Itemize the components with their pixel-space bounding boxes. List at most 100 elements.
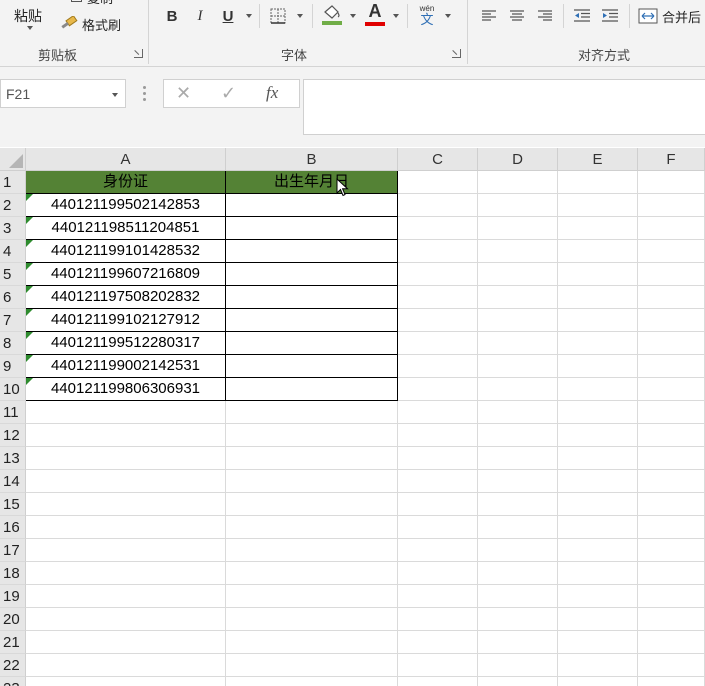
error-indicator-icon[interactable]	[26, 332, 33, 339]
row-header-7[interactable]: 7	[0, 309, 26, 332]
cell-e12[interactable]	[558, 424, 638, 447]
cell-d3[interactable]	[478, 217, 558, 240]
cell-c21[interactable]	[398, 631, 478, 654]
cell-d1[interactable]	[478, 171, 558, 194]
cell-e14[interactable]	[558, 470, 638, 493]
cell-e19[interactable]	[558, 585, 638, 608]
cell-e22[interactable]	[558, 654, 638, 677]
error-indicator-icon[interactable]	[26, 217, 33, 224]
cell-b10[interactable]	[226, 378, 398, 401]
cell-b20[interactable]	[226, 608, 398, 631]
cell-c19[interactable]	[398, 585, 478, 608]
paste-button[interactable]: 粘贴	[6, 0, 50, 36]
cell-c20[interactable]	[398, 608, 478, 631]
column-header-f[interactable]: F	[638, 148, 705, 171]
cell-f14[interactable]	[638, 470, 705, 493]
cell-c6[interactable]	[398, 286, 478, 309]
decrease-indent-button[interactable]	[571, 5, 593, 27]
cell-d20[interactable]	[478, 608, 558, 631]
row-header-18[interactable]: 18	[0, 562, 26, 585]
select-all-button[interactable]	[0, 148, 26, 171]
merge-center-button[interactable]: 合并后	[638, 5, 705, 27]
cell-f17[interactable]	[638, 539, 705, 562]
cell-d16[interactable]	[478, 516, 558, 539]
cell-d23[interactable]	[478, 677, 558, 686]
cell-d17[interactable]	[478, 539, 558, 562]
cell-e11[interactable]	[558, 401, 638, 424]
cell-b23[interactable]	[226, 677, 398, 686]
cell-c2[interactable]	[398, 194, 478, 217]
cell-f20[interactable]	[638, 608, 705, 631]
fill-color-button[interactable]	[320, 3, 344, 27]
cell-a15[interactable]	[26, 493, 226, 516]
cell-b2[interactable]	[226, 194, 398, 217]
align-left-button[interactable]	[478, 5, 500, 27]
cell-c1[interactable]	[398, 171, 478, 194]
cell-b14[interactable]	[226, 470, 398, 493]
cell-d2[interactable]	[478, 194, 558, 217]
cell-c5[interactable]	[398, 263, 478, 286]
cell-a2[interactable]: 440121199502142853	[26, 194, 226, 217]
cell-f18[interactable]	[638, 562, 705, 585]
error-indicator-icon[interactable]	[26, 309, 33, 316]
cell-e6[interactable]	[558, 286, 638, 309]
cell-e18[interactable]	[558, 562, 638, 585]
underline-button[interactable]: U	[217, 5, 239, 27]
cell-b21[interactable]	[226, 631, 398, 654]
cell-b16[interactable]	[226, 516, 398, 539]
border-button[interactable]	[268, 6, 288, 26]
cell-e4[interactable]	[558, 240, 638, 263]
formula-input[interactable]	[303, 79, 705, 135]
cell-a16[interactable]	[26, 516, 226, 539]
cell-e7[interactable]	[558, 309, 638, 332]
cell-b8[interactable]	[226, 332, 398, 355]
row-header-8[interactable]: 8	[0, 332, 26, 355]
border-dropdown-icon[interactable]	[297, 14, 303, 18]
row-header-17[interactable]: 17	[0, 539, 26, 562]
cell-f9[interactable]	[638, 355, 705, 378]
cell-f12[interactable]	[638, 424, 705, 447]
cell-e21[interactable]	[558, 631, 638, 654]
cell-f21[interactable]	[638, 631, 705, 654]
cell-b7[interactable]	[226, 309, 398, 332]
name-box-dropdown-icon[interactable]	[112, 93, 118, 97]
error-indicator-icon[interactable]	[26, 286, 33, 293]
row-header-9[interactable]: 9	[0, 355, 26, 378]
cell-a20[interactable]	[26, 608, 226, 631]
cell-d7[interactable]	[478, 309, 558, 332]
cell-d19[interactable]	[478, 585, 558, 608]
cell-e10[interactable]	[558, 378, 638, 401]
cell-f1[interactable]	[638, 171, 705, 194]
cell-a22[interactable]	[26, 654, 226, 677]
column-header-e[interactable]: E	[558, 148, 638, 171]
error-indicator-icon[interactable]	[26, 194, 33, 201]
row-header-14[interactable]: 14	[0, 470, 26, 493]
row-header-23[interactable]: 23	[0, 677, 26, 686]
row-header-11[interactable]: 11	[0, 401, 26, 424]
paste-dropdown-icon[interactable]	[27, 26, 33, 30]
cell-a21[interactable]	[26, 631, 226, 654]
enter-icon[interactable]: ✓	[221, 83, 236, 104]
cell-b3[interactable]	[226, 217, 398, 240]
cell-e1[interactable]	[558, 171, 638, 194]
cell-f22[interactable]	[638, 654, 705, 677]
cell-c14[interactable]	[398, 470, 478, 493]
cell-c22[interactable]	[398, 654, 478, 677]
error-indicator-icon[interactable]	[26, 355, 33, 362]
cell-b19[interactable]	[226, 585, 398, 608]
row-header-4[interactable]: 4	[0, 240, 26, 263]
cell-f11[interactable]	[638, 401, 705, 424]
cell-f10[interactable]	[638, 378, 705, 401]
cell-b22[interactable]	[226, 654, 398, 677]
cell-c11[interactable]	[398, 401, 478, 424]
font-color-button[interactable]: A	[363, 1, 387, 27]
row-header-6[interactable]: 6	[0, 286, 26, 309]
cell-b9[interactable]	[226, 355, 398, 378]
cell-c15[interactable]	[398, 493, 478, 516]
phonetic-button[interactable]: wén 文	[414, 2, 440, 28]
cell-e20[interactable]	[558, 608, 638, 631]
cell-c17[interactable]	[398, 539, 478, 562]
cell-b6[interactable]	[226, 286, 398, 309]
cell-d18[interactable]	[478, 562, 558, 585]
phonetic-dropdown-icon[interactable]	[445, 14, 451, 18]
